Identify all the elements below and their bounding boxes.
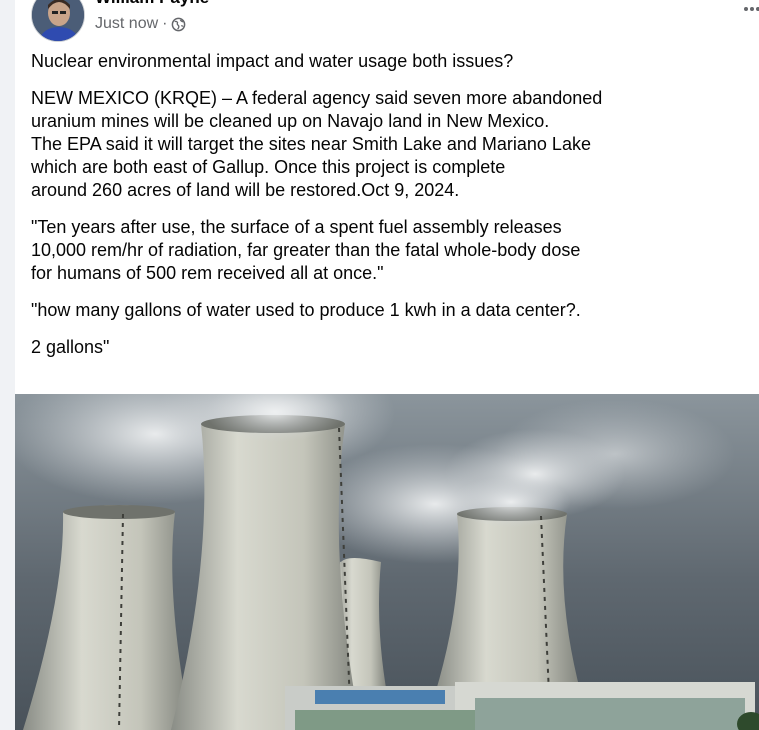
post-paragraph: "how many gallons of water used to produ… bbox=[31, 300, 581, 320]
post-timestamp[interactable]: Just now bbox=[95, 15, 158, 33]
more-options-icon bbox=[743, 0, 759, 18]
post-paragraph: NEW MEXICO (KRQE) – A federal agency sai… bbox=[31, 88, 603, 200]
post-paragraph: "Ten years after use, the surface of a s… bbox=[31, 217, 581, 283]
post-message: Nuclear environmental impact and water u… bbox=[31, 50, 721, 373]
post-meta: Just now · bbox=[95, 14, 186, 34]
author-name[interactable]: William Payne bbox=[95, 0, 209, 8]
post-paragraph: Nuclear environmental impact and water u… bbox=[31, 51, 514, 71]
more-options-button[interactable] bbox=[741, 0, 759, 18]
post-image-cooling-towers[interactable] bbox=[15, 394, 759, 730]
meta-separator: · bbox=[162, 15, 168, 32]
post-paragraph: 2 gallons" bbox=[31, 337, 110, 357]
author-avatar[interactable] bbox=[31, 0, 85, 42]
globe-icon[interactable] bbox=[171, 17, 186, 32]
post-card: William Payne Just now · Nuclear environ… bbox=[15, 0, 759, 730]
